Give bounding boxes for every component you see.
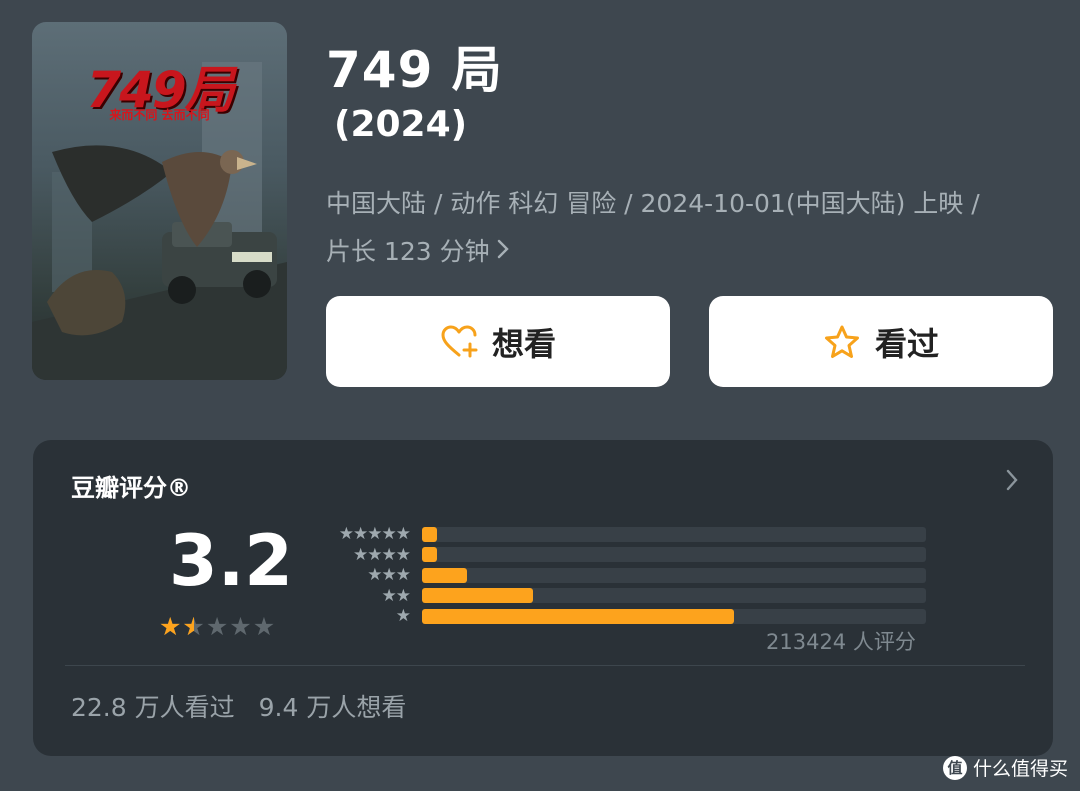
distribution-bar-track bbox=[422, 547, 926, 563]
movie-meta[interactable]: 中国大陆 / 动作 科幻 冒险 / 2024-10-01(中国大陆) 上映 / … bbox=[326, 180, 1066, 276]
distribution-bar-track bbox=[422, 588, 926, 604]
distribution-stars: ★★★ bbox=[367, 565, 411, 586]
distribution-bar-fill bbox=[422, 608, 735, 624]
distribution-row: ★★★★ bbox=[318, 545, 926, 566]
distribution-row: ★★★★★ bbox=[318, 524, 926, 545]
distribution-stars: ★★★★★ bbox=[338, 524, 411, 545]
distribution-stars: ★ bbox=[395, 606, 411, 627]
rating-header: 豆瓣评分® bbox=[71, 474, 191, 502]
chevron-right-icon bbox=[496, 228, 510, 276]
distribution-bar-fill bbox=[422, 567, 468, 583]
poster-tagline: 来而不同 去而不同 bbox=[109, 108, 210, 122]
rating-score: 3.2 bbox=[169, 520, 294, 602]
star-outline-icon bbox=[823, 322, 863, 362]
distribution-row: ★★★ bbox=[318, 565, 926, 586]
distribution-bar-track bbox=[422, 526, 926, 542]
watermark-text: 什么值得买 bbox=[972, 758, 1068, 780]
heart-plus-icon bbox=[440, 322, 480, 362]
rating-star: ★★ bbox=[182, 612, 206, 641]
rating-stars: ★★★★★★★ bbox=[159, 612, 276, 641]
chevron-right-icon[interactable] bbox=[1005, 468, 1019, 499]
divider bbox=[65, 665, 1025, 666]
rating-card[interactable]: 豆瓣评分® 3.2 ★★★★★★★ ★★★★★★★★★★★★★★★ 213424… bbox=[33, 440, 1053, 756]
rating-distribution: ★★★★★ ★★★★ ★★★ ★★ ★ bbox=[318, 524, 926, 627]
distribution-bar-fill bbox=[422, 547, 438, 563]
rating-star: ★ bbox=[252, 612, 277, 641]
distribution-bar-fill bbox=[422, 588, 533, 604]
watched-label: 看过 bbox=[874, 324, 939, 363]
movie-poster[interactable]: 749局 来而不同 去而不同 bbox=[32, 22, 287, 380]
want-count: 9.4 万人想看 bbox=[258, 693, 407, 722]
distribution-row: ★★ bbox=[318, 586, 926, 607]
meta-line-2: 片长 123 分钟 bbox=[326, 228, 1066, 276]
distribution-bar-fill bbox=[422, 526, 438, 542]
rating-star: ★ bbox=[205, 612, 230, 641]
distribution-stars: ★★★★ bbox=[353, 544, 411, 565]
site-watermark: 值 什么值得买 bbox=[942, 754, 1068, 781]
audience-stats: 22.8 万人看过 9.4 万人想看 bbox=[71, 688, 406, 724]
runtime-text: 片长 123 分钟 bbox=[326, 237, 490, 266]
rating-star: ★ bbox=[229, 612, 253, 641]
distribution-bar-track bbox=[422, 608, 926, 624]
seen-count: 22.8 万人看过 bbox=[71, 693, 235, 722]
rating-count: 213424 人评分 bbox=[766, 630, 916, 654]
rating-star: ★★ bbox=[159, 612, 183, 641]
distribution-stars: ★★ bbox=[381, 585, 411, 606]
distribution-row: ★ bbox=[318, 606, 926, 627]
watermark-logo: 值 bbox=[942, 755, 967, 780]
movie-year: (2024) bbox=[334, 104, 468, 145]
movie-title: 749 局 bbox=[326, 41, 503, 99]
distribution-bar-track bbox=[422, 567, 926, 583]
want-to-watch-button[interactable]: 想看 bbox=[326, 296, 670, 387]
watched-button[interactable]: 看过 bbox=[709, 296, 1053, 387]
want-to-watch-label: 想看 bbox=[491, 324, 556, 363]
meta-line-1: 中国大陆 / 动作 科幻 冒险 / 2024-10-01(中国大陆) 上映 / bbox=[326, 189, 980, 218]
